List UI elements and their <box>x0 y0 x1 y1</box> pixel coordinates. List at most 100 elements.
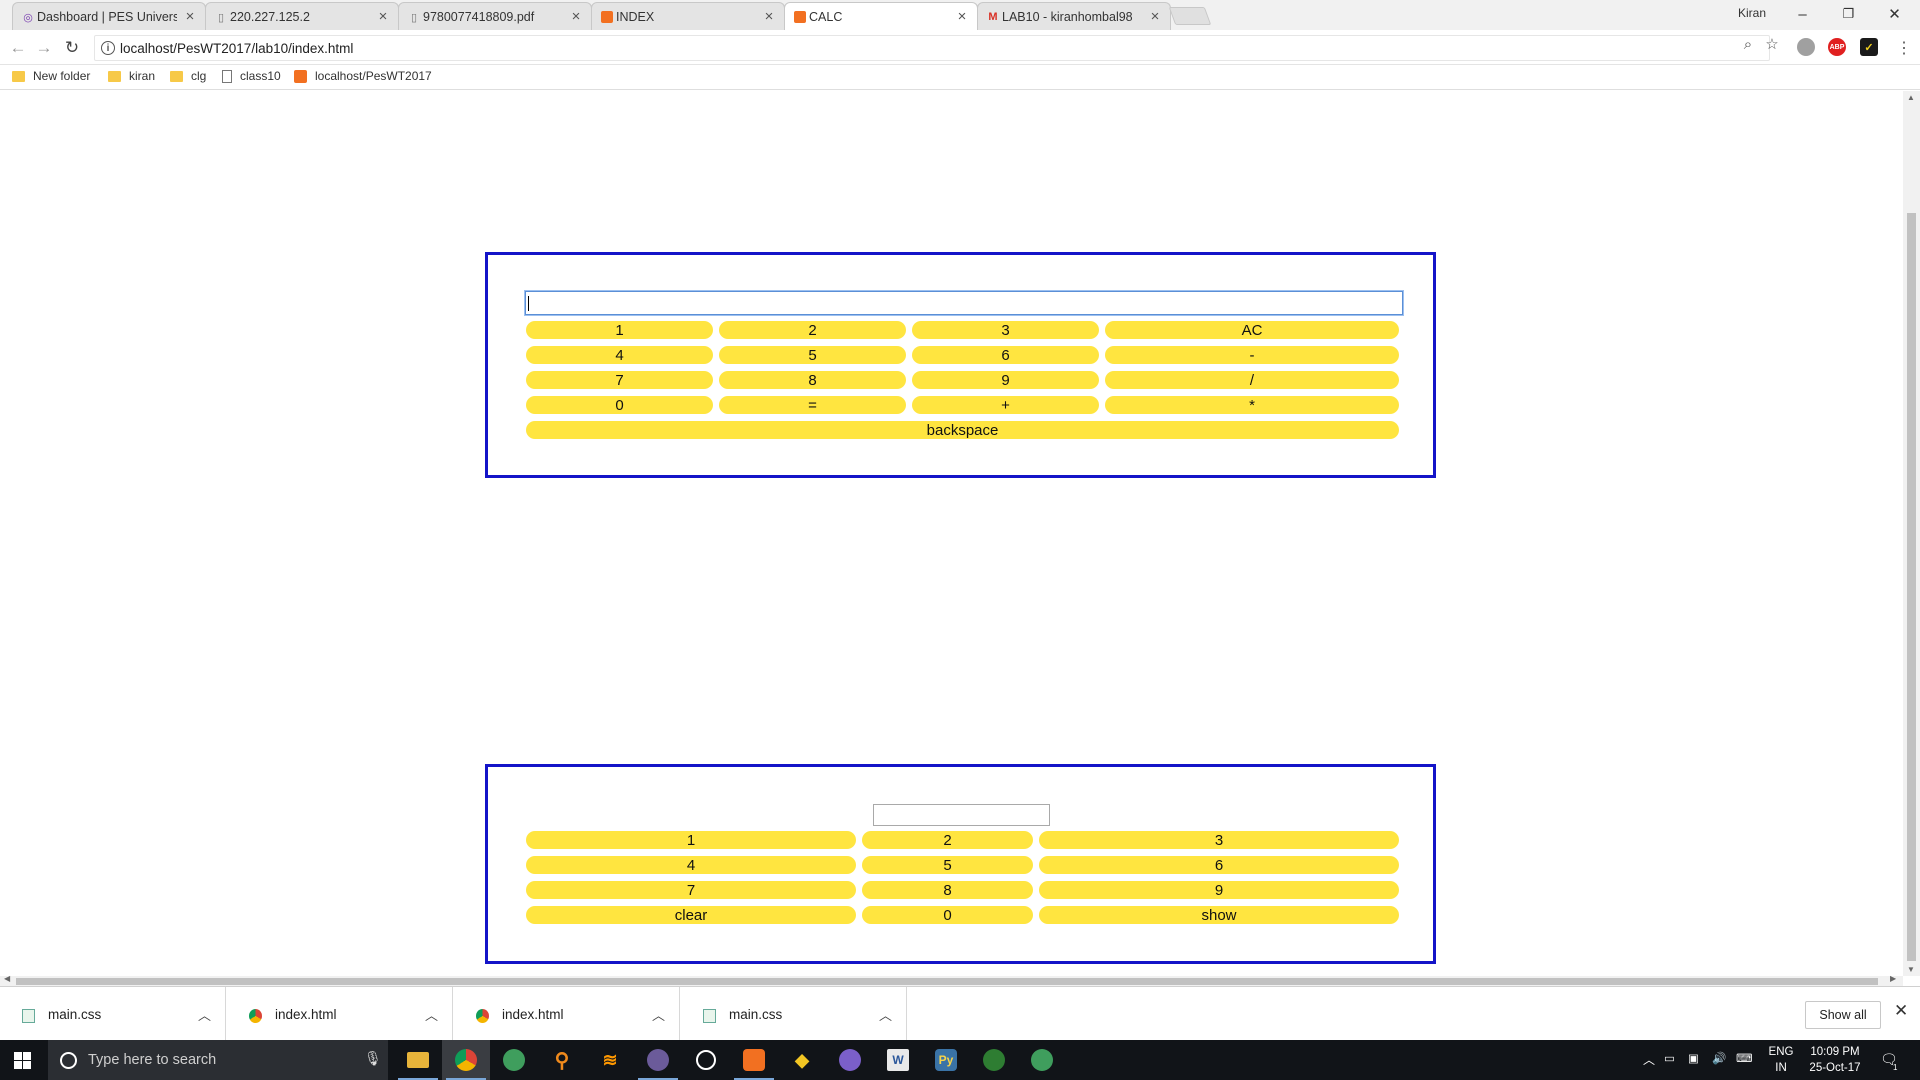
profile-name[interactable]: Kiran <box>1738 6 1766 20</box>
key-3[interactable]: 3 <box>1039 831 1399 849</box>
tab-gmail[interactable]: M LAB10 - kiranhombal98 × <box>977 2 1171 30</box>
adblock-extension-icon[interactable]: ABP <box>1828 38 1846 56</box>
chrome-icon[interactable] <box>442 1040 490 1080</box>
bookmark-kiran[interactable]: kiran <box>108 69 155 83</box>
key-8[interactable]: 8 <box>719 371 906 389</box>
key-5[interactable]: 5 <box>862 856 1033 874</box>
download-item[interactable]: index.html ︿ <box>454 987 680 1041</box>
scroll-left-icon[interactable]: ◀ <box>4 974 10 983</box>
bookmark-star-icon[interactable]: ☆ <box>1763 35 1781 53</box>
menu-icon[interactable]: ⋮ <box>1896 38 1912 58</box>
restore-button[interactable]: ❐ <box>1826 0 1871 28</box>
bookmark-localhost[interactable]: localhost/PesWT2017 <box>294 69 432 83</box>
download-item[interactable]: main.css ︿ <box>0 987 226 1041</box>
tab-ip[interactable]: ▯ 220.227.125.2 × <box>205 2 399 30</box>
obs-icon[interactable] <box>682 1040 730 1080</box>
key-5[interactable]: 5 <box>719 346 906 364</box>
close-icon[interactable]: × <box>183 8 197 25</box>
key-6[interactable]: 6 <box>1039 856 1399 874</box>
android-icon[interactable] <box>970 1040 1018 1080</box>
minimize-button[interactable]: – <box>1780 0 1825 28</box>
microphone-icon[interactable]: 🎙 <box>364 1050 382 1067</box>
key-0[interactable]: 0 <box>862 906 1033 924</box>
bookmark-new-folder[interactable]: New folder <box>12 69 90 83</box>
calculator-two-display[interactable] <box>873 804 1050 826</box>
new-tab-button[interactable] <box>1168 7 1212 25</box>
key-3[interactable]: 3 <box>912 321 1099 339</box>
bookmark-class10[interactable]: class10 <box>222 69 281 83</box>
battery-icon[interactable]: ▭ <box>1664 1051 1675 1067</box>
chevron-up-icon[interactable]: ︿ <box>425 1005 438 1024</box>
key-ac[interactable]: AC <box>1105 321 1399 339</box>
key-divide[interactable]: / <box>1105 371 1399 389</box>
key-show[interactable]: show <box>1039 906 1399 924</box>
close-icon[interactable]: × <box>955 8 969 25</box>
close-icon[interactable]: × <box>569 8 583 25</box>
key-8[interactable]: 8 <box>862 881 1033 899</box>
vertical-scrollbar[interactable]: ▲ ▼ <box>1903 91 1920 976</box>
scroll-right-icon[interactable]: ▶ <box>1890 974 1896 983</box>
reload-icon[interactable]: ↻ <box>60 36 84 60</box>
address-bar[interactable]: i localhost/PesWT2017/lab10/index.html <box>94 35 1770 61</box>
key-0[interactable]: 0 <box>526 396 713 414</box>
window-close-button[interactable]: ✕ <box>1872 0 1917 28</box>
app-icon[interactable] <box>490 1040 538 1080</box>
key-equals[interactable]: = <box>719 396 906 414</box>
key-clear[interactable]: clear <box>526 906 856 924</box>
shield-extension-icon[interactable] <box>1797 38 1815 56</box>
key-plus[interactable]: + <box>912 396 1099 414</box>
python-icon[interactable]: Py <box>922 1040 970 1080</box>
scrollbar-thumb[interactable] <box>1907 213 1916 961</box>
git-icon[interactable]: ◆ <box>778 1040 826 1080</box>
download-item[interactable]: index.html ︿ <box>227 987 453 1041</box>
key-4[interactable]: 4 <box>526 346 713 364</box>
tab-index[interactable]: INDEX × <box>591 2 785 30</box>
chevron-up-icon[interactable]: ︿ <box>198 1005 211 1024</box>
eclipse-icon[interactable] <box>634 1040 682 1080</box>
scroll-down-icon[interactable]: ▼ <box>1907 965 1915 974</box>
key-1[interactable]: 1 <box>526 831 856 849</box>
scroll-up-icon[interactable]: ▲ <box>1907 93 1915 102</box>
tab-calc[interactable]: CALC × <box>784 2 978 30</box>
close-icon[interactable]: × <box>1148 8 1162 25</box>
taskbar-search[interactable]: Type here to search 🎙 <box>48 1040 388 1080</box>
xampp-icon[interactable] <box>730 1040 778 1080</box>
show-all-button[interactable]: Show all <box>1805 1001 1881 1029</box>
app-icon[interactable] <box>826 1040 874 1080</box>
close-icon[interactable]: × <box>762 8 776 25</box>
file-explorer-icon[interactable] <box>394 1040 442 1080</box>
key-1[interactable]: 1 <box>526 321 713 339</box>
zoom-icon[interactable]: ⌕ <box>1739 35 1757 53</box>
checkmark-extension-icon[interactable]: ✓ <box>1860 38 1878 56</box>
chevron-up-icon[interactable]: ︿ <box>879 1005 892 1024</box>
key-multiply[interactable]: * <box>1105 396 1399 414</box>
key-7[interactable]: 7 <box>526 371 713 389</box>
key-9[interactable]: 9 <box>912 371 1099 389</box>
tray-overflow-icon[interactable]: ︿ <box>1643 1052 1655 1068</box>
app-icon[interactable] <box>1018 1040 1066 1080</box>
key-backspace[interactable]: backspace <box>526 421 1399 439</box>
language-indicator[interactable]: ENG IN <box>1766 1044 1796 1076</box>
key-4[interactable]: 4 <box>526 856 856 874</box>
word-icon[interactable]: W <box>874 1040 922 1080</box>
key-9[interactable]: 9 <box>1039 881 1399 899</box>
key-6[interactable]: 6 <box>912 346 1099 364</box>
scrollbar-thumb[interactable] <box>16 978 1878 985</box>
keyboard-icon[interactable]: ⌨ <box>1736 1051 1753 1067</box>
key-minus[interactable]: - <box>1105 346 1399 364</box>
close-icon[interactable]: ✕ <box>1894 1001 1908 1021</box>
search-app-icon[interactable]: ⚲ <box>538 1040 586 1080</box>
forward-icon[interactable]: → <box>32 36 56 60</box>
clock[interactable]: 10:09 PM 25-Oct-17 <box>1800 1044 1870 1076</box>
close-icon[interactable]: × <box>376 8 390 25</box>
volume-icon[interactable]: 🔊 <box>1712 1051 1726 1067</box>
sublime-icon[interactable]: ≋ <box>586 1040 634 1080</box>
key-7[interactable]: 7 <box>526 881 856 899</box>
bookmark-clg[interactable]: clg <box>170 69 206 83</box>
calculator-one-display[interactable] <box>525 291 1403 315</box>
info-icon[interactable]: i <box>101 41 115 55</box>
tab-dashboard[interactable]: ◎ Dashboard | PES Univers × <box>12 2 206 30</box>
chevron-up-icon[interactable]: ︿ <box>652 1005 665 1024</box>
key-2[interactable]: 2 <box>862 831 1033 849</box>
network-icon[interactable]: ▣ <box>1688 1051 1699 1067</box>
